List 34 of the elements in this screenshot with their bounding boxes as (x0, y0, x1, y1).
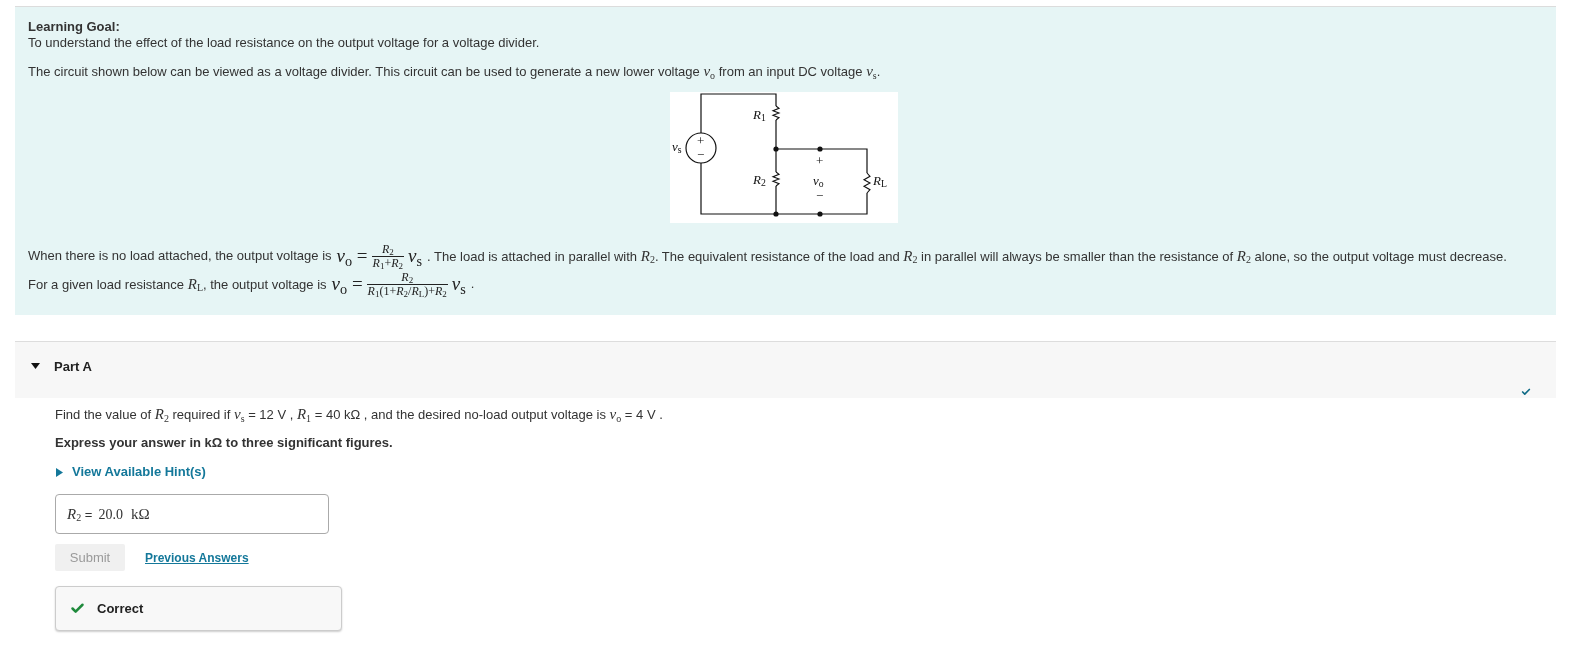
resistor (862, 172, 872, 194)
voltage-source (685, 132, 717, 164)
resistor-label: R$_{L}$ (873, 174, 887, 188)
minus-sign: − (816, 189, 824, 203)
node-dot (773, 211, 779, 217)
plus-sign: + (816, 154, 824, 168)
plus-sign: + (697, 134, 705, 148)
node-dot (817, 146, 823, 152)
instruction-text: Express your answer in kΩ to three significant figures. (55, 435, 393, 450)
answer-field[interactable]: R$_{2}$ = 20.0 kΩ (55, 494, 329, 534)
feedback-text: Correct (97, 599, 144, 618)
output-voltage-label: v$_{o}$ (813, 174, 824, 188)
node-dot (773, 146, 779, 152)
source-label: v$_{s}$ (672, 140, 682, 154)
part-title: Part A (54, 359, 92, 375)
previous-answers-link[interactable]: Previous Answers (145, 548, 249, 567)
node-dot (817, 211, 823, 217)
caret-icon[interactable] (31, 361, 40, 370)
equation-text: For a given load resistance R$_{L}$, the output voltage is (28, 274, 327, 296)
learning-goal-text: To understand the effect of the load resistance on the output voltage for a voltage divider. (28, 35, 541, 51)
resistor (771, 171, 781, 187)
formula: v$_{o}$ = R$_{2}$ R$_{1}$(1+R$_{2}$/R$_{L}$)+R$_{2}$ v$_{s}$ (331, 270, 466, 298)
equation-text: . (470, 275, 475, 294)
learning-goal-heading: Learning Goal: (28, 19, 121, 35)
intro-text: The circuit shown below can be viewed as a voltage divider. This circuit can be used to generate a new lower voltage v$_{o}$ from an input DC voltage v$_{s}$. (28, 64, 881, 79)
resistor-label: R$_{1}$ (753, 108, 766, 122)
formula: v$_{o}$ = R$_{2}$ R$_{1}$+R$_{2}$ v$_{s}$ (336, 242, 423, 270)
resistor-label: R$_{2}$ (753, 173, 766, 187)
resistor (771, 105, 781, 121)
minus-sign: − (697, 148, 705, 162)
equation-text: When there is no load attached, the output voltage is (28, 247, 332, 266)
hint-link[interactable]: View Available Hint(s) (72, 463, 206, 481)
equation-text: . The load is attached in parallel with R$_{2}$. The equivalent resistance of the load and R$_{2}$ in parallel will always be smaller than the resistance of R$_{2}$ alone, so the output voltage must decrease. (427, 246, 1507, 268)
question-text: Find the value of R$_{2}$ required if v$_{s}$ = 12 V , R$_{1}$ = 40 kΩ , and the desired no-load output voltage is v$_{o}$ = 4 V . (55, 407, 663, 422)
